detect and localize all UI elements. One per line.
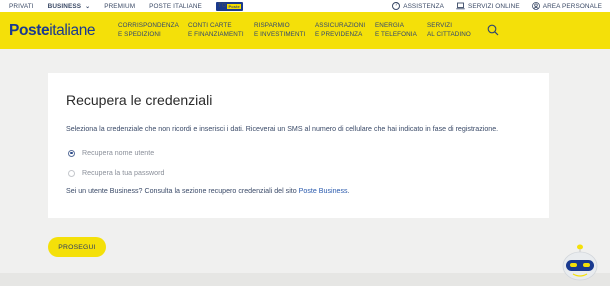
business-note-end: . xyxy=(347,187,350,195)
topbar-link-business[interactable]: BUSINESS ⌄ xyxy=(48,3,91,10)
business-note-text: Sei un utente Business? Consulta la sezi… xyxy=(66,187,299,195)
top-bar-right: ? ASSISTENZA SERVIZI ONLINE AREA PERSONA… xyxy=(392,0,602,12)
nav-assicurazioni[interactable]: ASSICURAZIONI E PREVIDENZA xyxy=(315,21,375,39)
nav-conti-carte[interactable]: CONTI CARTE E FINANZIAMENTI xyxy=(188,21,254,39)
nav-risparmio[interactable]: RISPARMIO E INVESTIMENTI xyxy=(254,21,315,39)
poste-italiane-logo[interactable]: Posteitaliane xyxy=(9,22,96,40)
main-nav: CORRISPONDENZA E SPEDIZIONI CONTI CARTE E … xyxy=(118,21,485,39)
tg-poste-logo[interactable]: TG Poste xyxy=(215,1,243,11)
prosegui-button[interactable]: PROSEGUI xyxy=(48,237,106,257)
radio-button-checked[interactable] xyxy=(68,149,75,157)
topbar-business-label: BUSINESS xyxy=(47,2,82,10)
poste-business-link[interactable]: Poste Business xyxy=(299,187,348,195)
assistenza-link[interactable]: ? ASSISTENZA xyxy=(392,2,444,10)
servizi-online-label: SERVIZI ONLINE xyxy=(467,2,520,10)
top-bar-left: PRIVATI BUSINESS ⌄ PREMIUM POSTE ITALIANE… xyxy=(9,0,243,12)
radio-recupera-nome-utente[interactable]: Recupera nome utente xyxy=(68,149,154,157)
nav-servizi-cittadino[interactable]: SERVIZI AL CITTADINO xyxy=(427,21,485,39)
logo-thin: italiane xyxy=(49,22,96,39)
chatbot-mascot-icon[interactable] xyxy=(560,240,600,282)
logo-bold: Poste xyxy=(9,22,50,39)
area-personale-label: AREA PERSONALE xyxy=(542,2,602,10)
nav-conti-carte-line2: E FINANZIAMENTI xyxy=(188,31,244,38)
nav-corrispondenza[interactable]: CORRISPONDENZA E SPEDIZIONI xyxy=(118,21,188,39)
radio-label-password: Recupera la tua password xyxy=(82,169,165,177)
nav-risparmio-line1: RISPARMIO xyxy=(254,22,290,29)
area-personale-link[interactable]: AREA PERSONALE xyxy=(531,2,602,10)
nav-corrispondenza-line1: CORRISPONDENZA xyxy=(118,22,179,29)
topbar-link-poste-italiane[interactable]: POSTE ITALIANE xyxy=(149,3,202,10)
radio-button[interactable] xyxy=(68,169,75,177)
search-icon[interactable] xyxy=(487,24,499,36)
user-icon xyxy=(531,2,540,10)
radio-label-nome-utente: Recupera nome utente xyxy=(82,149,155,157)
nav-servizi-line1: SERVIZI xyxy=(427,22,453,29)
top-bar: PRIVATI BUSINESS ⌄ PREMIUM POSTE ITALIANE… xyxy=(0,0,610,12)
nav-conti-carte-line1: CONTI CARTE xyxy=(188,22,232,29)
assistenza-label: ASSISTENZA xyxy=(403,2,444,10)
nav-assicurazioni-line1: ASSICURAZIONI xyxy=(315,22,366,29)
topbar-link-premium[interactable]: PREMIUM xyxy=(104,3,135,10)
nav-assicurazioni-line2: E PREVIDENZA xyxy=(315,31,363,38)
nav-risparmio-line2: E INVESTIMENTI xyxy=(254,31,306,38)
footer-strip xyxy=(0,273,610,286)
topbar-link-privati[interactable]: PRIVATI xyxy=(9,3,34,10)
help-icon: ? xyxy=(392,2,401,10)
radio-recupera-password[interactable]: Recupera la tua password xyxy=(68,169,164,177)
nav-energia-line1: ENERGIA xyxy=(375,22,405,29)
nav-servizi-line2: AL CITTADINO xyxy=(427,31,471,38)
tg-logo-main: TG xyxy=(217,3,227,9)
page-title: Recupera le credenziali xyxy=(66,92,213,108)
business-note: Sei un utente Business? Consulta la sezi… xyxy=(66,187,350,195)
nav-energia-line2: E TELEFONIA xyxy=(375,31,417,38)
recover-credentials-card: Recupera le credenziali Seleziona la cre… xyxy=(48,73,549,218)
servizi-online-link[interactable]: SERVIZI ONLINE xyxy=(456,2,520,10)
nav-corrispondenza-line2: E SPEDIZIONI xyxy=(118,31,161,38)
card-description: Seleziona la credenziale che non ricordi… xyxy=(66,125,499,133)
nav-energia[interactable]: ENERGIA E TELEFONIA xyxy=(375,21,427,39)
laptop-icon xyxy=(456,2,465,10)
tg-logo-sub: Poste xyxy=(227,3,241,9)
chevron-down-icon: ⌄ xyxy=(85,3,91,10)
main-header: Posteitaliane CORRISPONDENZA E SPEDIZIONI… xyxy=(0,12,610,49)
